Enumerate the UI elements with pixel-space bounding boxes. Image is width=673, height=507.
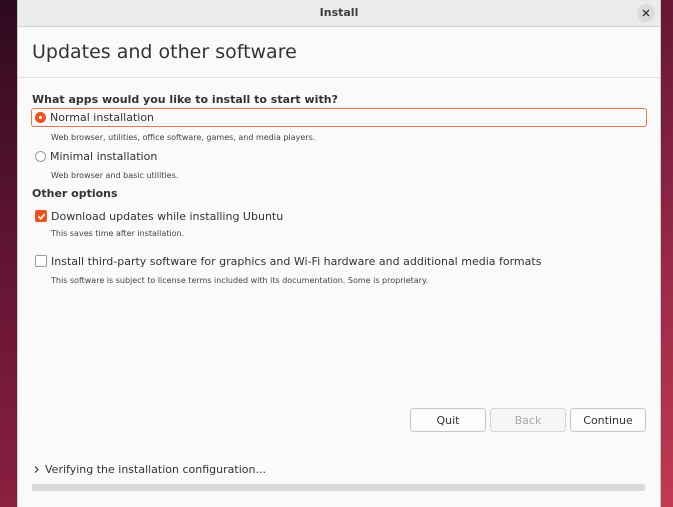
back-button[interactable]: Back <box>490 408 566 432</box>
option-description: This saves time after installation. <box>51 229 185 238</box>
window-title: Install <box>319 6 359 19</box>
checkmark-icon <box>37 213 45 220</box>
page-title: Updates and other software <box>32 41 297 63</box>
installer-window: Install Updates and other software What … <box>17 0 661 507</box>
checkbox-unchecked-icon <box>35 255 47 267</box>
continue-button[interactable]: Continue <box>570 408 646 432</box>
checkbox-checked-icon <box>35 210 47 222</box>
apps-section-heading: What apps would you like to install to s… <box>32 93 338 106</box>
option-label: Minimal installation <box>50 149 158 163</box>
status-expander[interactable]: Verifying the installation configuration… <box>32 463 266 476</box>
quit-button[interactable]: Quit <box>410 408 486 432</box>
close-icon <box>642 9 650 17</box>
radio-unselected-icon <box>35 150 46 162</box>
option-label: Normal installation <box>50 111 155 124</box>
option-description: Web browser, utilities, office software,… <box>51 133 316 142</box>
download-updates-checkbox[interactable]: Download updates while installing Ubuntu <box>32 207 283 225</box>
desktop-background <box>0 0 18 507</box>
other-options-heading: Other options <box>32 187 118 200</box>
third-party-software-checkbox[interactable]: Install third-party software for graphic… <box>32 252 541 270</box>
minimal-installation-radio[interactable]: Minimal installation <box>32 147 157 165</box>
title-bar: Install <box>18 0 660 27</box>
option-label: Install third-party software for graphic… <box>51 254 542 268</box>
normal-installation-radio[interactable]: Normal installation <box>31 108 647 127</box>
status-text: Verifying the installation configuration… <box>45 463 266 476</box>
close-button[interactable] <box>637 4 655 22</box>
progress-bar <box>32 484 645 491</box>
chevron-right-icon <box>34 466 39 473</box>
option-description: This software is subject to license term… <box>51 276 429 285</box>
page-header: Updates and other software <box>18 27 660 78</box>
option-label: Download updates while installing Ubuntu <box>51 209 284 223</box>
option-description: Web browser and basic utilities. <box>51 171 179 180</box>
radio-selected-icon <box>35 112 46 123</box>
